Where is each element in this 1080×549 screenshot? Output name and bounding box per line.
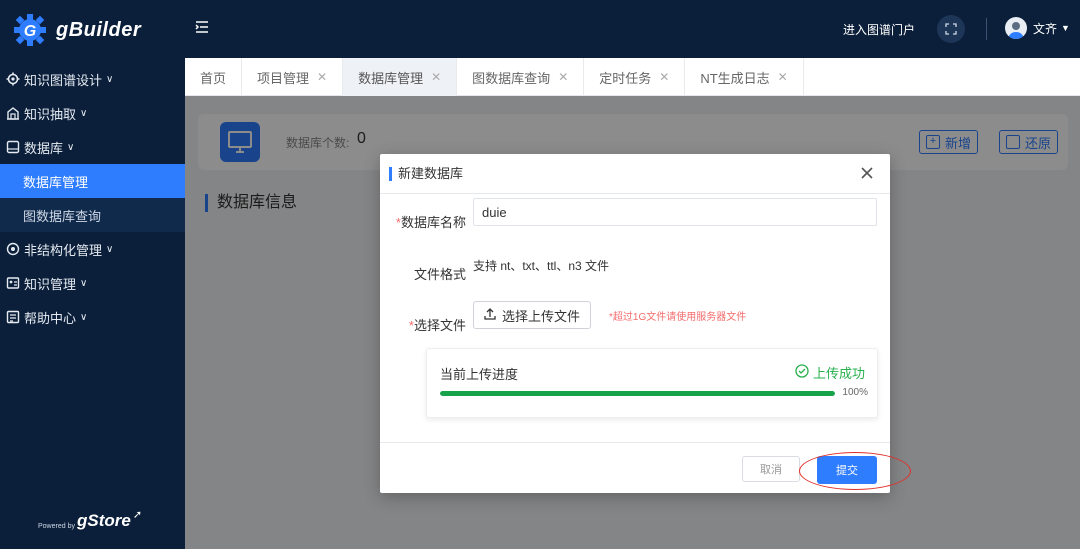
progress-fill [440, 391, 835, 396]
gear-logo-icon: G [12, 12, 48, 48]
format-text: 支持 nt、txt、ttl、n3 文件 [473, 259, 610, 273]
caret-down-icon: ▼ [1061, 23, 1070, 33]
upload-hint: *超过1G文件请使用服务器文件 [609, 312, 747, 323]
sidebar-item-help[interactable]: 帮助中心 ∨ [0, 300, 185, 334]
tab-db-management[interactable]: 数据库管理 ✕ [343, 58, 458, 96]
tab-label: 数据库管理 [358, 70, 424, 86]
upload-icon [484, 307, 496, 323]
close-icon[interactable]: ✕ [558, 70, 568, 84]
avatar [1005, 17, 1027, 39]
close-icon[interactable]: ✕ [317, 70, 327, 84]
chevron-down-icon: ∨ [80, 277, 88, 289]
chevron-down-icon: ∨ [67, 141, 75, 153]
sidebar-item-label: 非结构化管理 [24, 242, 103, 258]
tab-home[interactable]: 首页 [185, 58, 243, 96]
cancel-button[interactable]: 取消 [742, 456, 800, 482]
sidebar-item-label: 帮助中心 [24, 310, 77, 326]
tab-label: 首页 [200, 70, 227, 86]
user-name: 文齐 [1033, 21, 1058, 36]
powered-by-text: Powered by [38, 523, 75, 530]
upload-status-text: 上传成功 [812, 366, 865, 381]
upload-progress-card: 当前上传进度 上传成功 100% [426, 348, 878, 418]
globe-icon [6, 242, 20, 256]
dialog-title: 新建数据库 [389, 166, 463, 181]
rocket-icon: ➚ [132, 509, 143, 521]
database-icon [6, 140, 20, 154]
progress-bar [440, 391, 835, 396]
close-icon[interactable]: ✕ [778, 70, 788, 84]
dialog-header: 新建数据库 [380, 154, 890, 194]
chevron-down-icon: ∨ [80, 107, 88, 119]
sidebar-item-label: 知识管理 [24, 276, 77, 292]
sidebar-item-extraction[interactable]: 知识抽取 ∨ [0, 96, 185, 130]
form-row-file: *选择文件 选择上传文件 *超过1G文件请使用服务器文件 [380, 301, 890, 334]
sidebar: G gBuilder 知识图谱设计 ∨ 知识抽取 ∨ 数据库 ∨ 数据库管理 图… [0, 0, 185, 549]
tab-nt-log[interactable]: NT生成日志 ✕ [685, 58, 804, 96]
chevron-down-icon: ∨ [80, 311, 88, 323]
format-label: 文件格式 [413, 267, 466, 282]
portal-link[interactable]: 进入图谱门户 [843, 21, 915, 38]
upload-status: 上传成功 [795, 363, 865, 382]
sidebar-item-knowledge[interactable]: 知识管理 ∨ [0, 266, 185, 300]
fullscreen-icon [945, 23, 957, 35]
progress-label: 当前上传进度 [440, 367, 519, 382]
tab-project-management[interactable]: 项目管理 ✕ [242, 58, 344, 96]
app-logo[interactable]: G gBuilder [0, 0, 185, 60]
form-row-name: *数据库名称 [380, 198, 890, 231]
tab-label: 定时任务 [599, 70, 652, 86]
close-icon[interactable]: ✕ [659, 70, 669, 84]
sidebar-item-label: 数据库 [24, 140, 64, 156]
sidebar-item-kg-design[interactable]: 知识图谱设计 ∨ [0, 62, 185, 96]
sidebar-subitem-db-management[interactable]: 数据库管理 [0, 164, 185, 198]
sidebar-subitem-label: 数据库管理 [23, 174, 89, 190]
top-header: 进入图谱门户 文齐 ▼ [185, 0, 1080, 58]
user-menu[interactable]: 文齐 ▼ [1005, 17, 1070, 39]
sidebar-item-label: 知识抽取 [24, 106, 77, 122]
building-icon [6, 106, 20, 120]
powered-brand: gStore [76, 511, 131, 530]
close-icon[interactable] [858, 164, 876, 182]
header-divider [986, 18, 987, 40]
fullscreen-button[interactable] [937, 15, 965, 43]
new-database-dialog: 新建数据库 *数据库名称 文件格式 支持 nt、txt、ttl、n3 文件 *选… [380, 154, 890, 493]
powered-by-logo: Powered by gStore ➚ [38, 508, 142, 531]
upload-file-button[interactable]: 选择上传文件 [473, 301, 592, 329]
sidebar-item-unstructured[interactable]: 非结构化管理 ∨ [0, 232, 185, 266]
tab-graph-query[interactable]: 图数据库查询 ✕ [457, 58, 585, 96]
chevron-down-icon: ∨ [106, 73, 114, 85]
tab-label: 图数据库查询 [472, 70, 551, 86]
sidebar-subitem-graph-query[interactable]: 图数据库查询 [0, 198, 185, 232]
sidebar-item-label: 知识图谱设计 [24, 72, 103, 88]
form-row-format: 文件格式 支持 nt、txt、ttl、n3 文件 [380, 259, 890, 283]
svg-text:G: G [24, 23, 36, 40]
progress-percent: 100% [842, 387, 868, 398]
database-name-input[interactable] [473, 198, 877, 226]
close-icon[interactable]: ✕ [431, 70, 441, 84]
upload-button-label: 选择上传文件 [502, 308, 581, 324]
tab-label: NT生成日志 [700, 70, 770, 86]
card-icon [6, 276, 20, 290]
menu-toggle-icon[interactable] [195, 20, 209, 34]
tab-scheduled-tasks[interactable]: 定时任务 ✕ [584, 58, 686, 96]
chevron-down-icon: ∨ [106, 243, 114, 255]
app-name: gBuilder [56, 18, 142, 41]
sidebar-subitem-label: 图数据库查询 [23, 208, 102, 224]
gear-icon [6, 72, 20, 86]
tab-bar: 首页 项目管理 ✕ 数据库管理 ✕ 图数据库查询 ✕ 定时任务 ✕ NT生成日志… [185, 58, 1080, 96]
help-icon [6, 310, 20, 324]
check-circle-icon [795, 364, 809, 381]
highlight-annotation [799, 452, 911, 490]
name-label: *数据库名称 [395, 215, 466, 230]
sidebar-item-database[interactable]: 数据库 ∨ [0, 130, 185, 164]
file-label: *选择文件 [408, 318, 466, 333]
tab-label: 项目管理 [257, 70, 310, 86]
sidebar-menu: 知识图谱设计 ∨ 知识抽取 ∨ 数据库 ∨ 数据库管理 图数据库查询 非结构化管… [0, 62, 185, 334]
